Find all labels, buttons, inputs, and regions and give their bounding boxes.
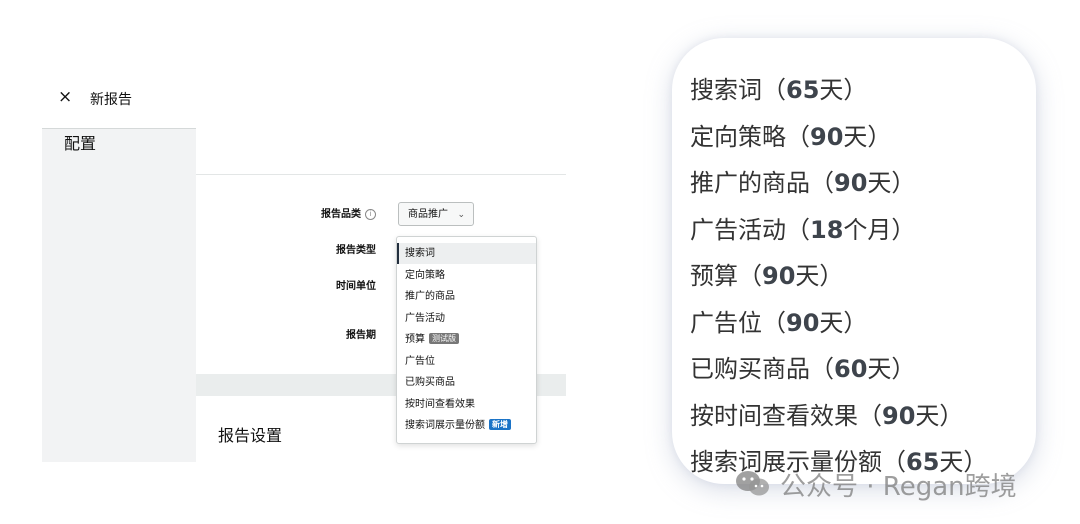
retention-item-days: 60	[834, 355, 868, 383]
stage: × 新报告 配置 报告品类 i 报告类型 时间单位 报告期 商品推广 ⌄ 报告设置…	[0, 0, 1080, 524]
retention-item-paren: ）	[867, 122, 892, 151]
dropdown-item[interactable]: 推广的商品	[397, 286, 536, 307]
dropdown-item-label: 预算	[405, 334, 425, 345]
retention-item-days: 90	[762, 262, 796, 290]
retention-item-paren: ）	[891, 215, 916, 244]
retention-item-paren: ）	[819, 262, 844, 290]
retention-item-name: 预算	[690, 262, 738, 290]
retention-item-days: 90	[786, 308, 820, 337]
retention-item: 已购买商品（60天）	[690, 349, 915, 384]
retention-item-paren: ）	[843, 76, 868, 104]
dropdown-item[interactable]: 按时间查看效果	[397, 394, 536, 415]
chevron-down-icon: ⌄	[457, 210, 465, 220]
type-label: 报告类型	[336, 245, 376, 256]
dropdown-item-label: 推广的商品	[405, 291, 455, 302]
dropdown-item[interactable]: 定向策略	[397, 265, 536, 286]
retention-item-unit: 天	[867, 355, 892, 383]
retention-item-days: 90	[834, 169, 868, 197]
retention-item-paren: ）	[891, 169, 916, 197]
close-icon[interactable]: ×	[58, 87, 72, 107]
retention-item: 按时间查看效果（90天）	[690, 396, 963, 431]
retention-item-unit: 天	[795, 262, 820, 290]
retention-item-paren: （	[762, 308, 786, 337]
dropdown-item[interactable]: 已购买商品	[397, 372, 536, 393]
retention-card: 搜索词（65天） 定向策略（90天） 推广的商品（90天） 广告活动（18个月） 预算（…	[672, 38, 1036, 484]
wechat-icon	[736, 471, 769, 496]
retention-item-paren: ）	[939, 401, 964, 430]
retention-item-unit: 天	[915, 401, 940, 430]
category-label-text: 报告品类	[321, 209, 361, 220]
config-divider	[196, 174, 566, 175]
retention-item-days: 90	[882, 401, 916, 430]
dropdown-item-label: 广告活动	[405, 312, 445, 324]
dropdown-item[interactable]: 搜索词	[397, 243, 536, 264]
period-label: 报告期	[346, 330, 376, 341]
retention-item: 广告活动（18个月）	[690, 210, 915, 245]
dropdown-item-label: 广告位	[405, 355, 435, 367]
report-type-dropdown[interactable]: 搜索词 定向策略 推广的商品 广告活动 预算 测试版 广告位 已购买商品 按时间查看效果 搜索词展…	[396, 236, 537, 444]
retention-item-paren: （	[858, 401, 882, 430]
retention-item-paren: ）	[891, 355, 916, 383]
retention-item-unit: 个月	[843, 215, 892, 244]
dropdown-item-label: 按时间查看效果	[405, 398, 475, 410]
beta-badge: 测试版	[429, 333, 459, 344]
dropdown-item[interactable]: 广告活动	[397, 308, 536, 329]
report-dialog: × 新报告 配置 报告品类 i 报告类型 时间单位 报告期 商品推广 ⌄ 报告设置…	[42, 70, 566, 462]
retention-item-unit: 天	[819, 76, 844, 104]
retention-item: 定向策略（90天）	[690, 117, 891, 152]
dialog-header: × 新报告	[42, 70, 566, 129]
retention-item-paren: （	[738, 262, 762, 290]
retention-item-paren: （	[762, 76, 786, 104]
retention-item: 搜索词（65天）	[690, 70, 867, 105]
dropdown-item-label: 定向策略	[405, 269, 445, 281]
retention-item-unit: 天	[867, 169, 892, 197]
retention-item-name: 按时间查看效果	[690, 401, 858, 430]
retention-item-name: 搜索词	[690, 76, 762, 104]
category-select[interactable]: 商品推广 ⌄	[398, 202, 474, 226]
retention-item-days: 65	[786, 76, 820, 104]
retention-item-name: 已购买商品	[690, 355, 810, 383]
retention-item-paren: （	[786, 215, 810, 244]
retention-item: 广告位（90天）	[690, 303, 867, 338]
retention-item-name: 广告位	[690, 308, 762, 337]
retention-item-days: 90	[810, 122, 844, 151]
retention-item-unit: 天	[819, 308, 844, 337]
dropdown-item[interactable]: 搜索词展示量份额 新增	[397, 415, 536, 436]
retention-item-paren: （	[786, 122, 810, 151]
retention-item-paren: （	[810, 169, 834, 197]
retention-item: 推广的商品（90天）	[690, 163, 915, 198]
category-select-value: 商品推广	[408, 209, 448, 220]
retention-item-days: 18	[810, 215, 844, 244]
watermark: 公众号 · Regan跨境	[734, 466, 1017, 502]
dialog-title: 新报告	[90, 92, 132, 108]
info-icon[interactable]: i	[365, 209, 376, 220]
new-badge: 新增	[489, 419, 511, 430]
retention-item: 预算（90天）	[690, 256, 843, 291]
dropdown-item[interactable]: 预算 测试版	[397, 329, 536, 350]
dropdown-item-label: 搜索词展示量份额	[405, 420, 485, 431]
watermark-text: 公众号 · Regan跨境	[780, 472, 1017, 502]
retention-item-name: 广告活动	[690, 215, 786, 244]
retention-item-paren: ）	[843, 308, 868, 337]
timeunit-label: 时间单位	[336, 281, 376, 292]
dropdown-item[interactable]: 广告位	[397, 351, 536, 372]
dropdown-item-label: 搜索词	[405, 248, 435, 259]
category-label: 报告品类 i	[321, 205, 376, 220]
retention-item-name: 定向策略	[690, 122, 786, 151]
dropdown-item-label: 已购买商品	[405, 377, 455, 388]
retention-item-paren: （	[810, 355, 834, 383]
retention-item-name: 推广的商品	[690, 169, 810, 197]
settings-heading: 报告设置	[218, 426, 283, 445]
retention-item-unit: 天	[843, 122, 868, 151]
config-heading: 配置	[64, 134, 97, 153]
